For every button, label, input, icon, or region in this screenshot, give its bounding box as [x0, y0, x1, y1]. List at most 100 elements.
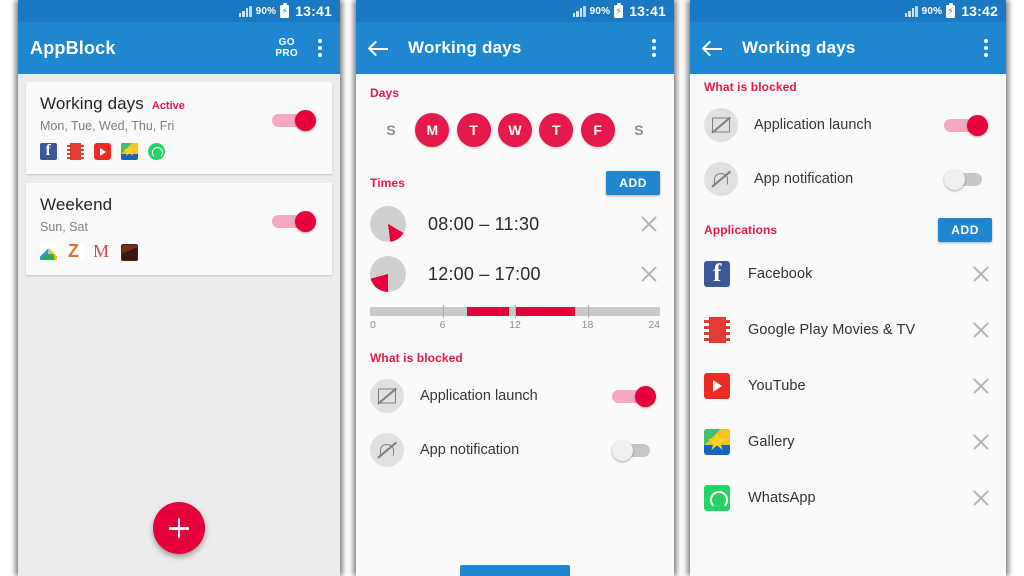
day-toggle-tue[interactable]: T — [456, 113, 491, 147]
close-icon[interactable] — [970, 263, 992, 285]
panel2-content: Days S M T W T F S Times ADD 08:00 – 11:… — [356, 74, 674, 576]
signal-bars-icon — [904, 5, 918, 17]
time-range-label: 12:00 – 17:00 — [428, 263, 541, 284]
profile-toggle[interactable] — [272, 110, 316, 131]
blocked-item-toggle[interactable] — [944, 115, 988, 136]
battery-percent-label-2: 90% — [589, 5, 611, 17]
app-title: AppBlock — [30, 37, 116, 58]
youtube-icon — [704, 373, 730, 399]
application-row-whatsapp[interactable]: WhatsApp — [690, 470, 1006, 526]
add-profile-fab[interactable] — [153, 502, 205, 554]
kebab-menu-icon[interactable] — [646, 35, 662, 61]
timeline-tick — [587, 305, 589, 318]
add-time-button[interactable]: ADD — [606, 171, 660, 195]
notification-blocked-icon — [370, 433, 404, 467]
profile-card-weekend[interactable]: Weekend Sun, Sat — [26, 183, 332, 275]
times-section-label: Times — [370, 176, 405, 190]
signal-bars-icon — [238, 5, 252, 17]
timeline-tick-label: 6 — [439, 319, 446, 331]
timeline-blocked-segment — [466, 307, 509, 316]
blocked-item-application-launch[interactable]: Application launch — [690, 98, 1006, 152]
timeline-tick-label: 12 — [509, 319, 521, 331]
go-pro-button[interactable]: GO PRO — [275, 37, 298, 59]
kebab-menu-icon[interactable] — [312, 35, 328, 61]
application-name: WhatsApp — [748, 490, 816, 506]
blocked-item-label: App notification — [754, 171, 854, 187]
profile-app-icons — [40, 244, 318, 261]
google-drive-icon — [40, 244, 57, 261]
day-toggle-sat[interactable]: S — [622, 113, 656, 147]
close-icon[interactable] — [970, 431, 992, 453]
back-arrow-icon[interactable] — [702, 37, 724, 59]
back-arrow-icon[interactable] — [368, 37, 390, 59]
page-title: Working days — [408, 38, 522, 57]
profile-card-working-days[interactable]: Working days Active Mon, Tue, Wed, Thu, … — [26, 82, 332, 174]
timeline-tick-label: 18 — [581, 319, 594, 331]
battery-charging-icon: ⚡ — [614, 2, 624, 18]
blocked-item-toggle[interactable] — [612, 440, 656, 461]
profile-app-icons — [40, 143, 318, 160]
go-pro-line-2: PRO — [275, 48, 298, 59]
day-toggle-thu[interactable]: T — [539, 113, 574, 147]
timeline-blocked-segment — [515, 307, 576, 316]
blocked-item-label: Application launch — [420, 388, 538, 404]
kebab-menu-icon[interactable] — [978, 35, 994, 61]
gallery-icon — [704, 429, 730, 455]
time-entry-row[interactable]: 12:00 – 17:00 — [356, 249, 674, 299]
bottom-action-button[interactable] — [460, 565, 570, 576]
status-bar-2: 90% ⚡ 13:41 — [356, 0, 674, 22]
time-pie-chart-1 — [370, 206, 406, 242]
day-toggle-fri[interactable]: F — [580, 113, 615, 147]
blocked-item-toggle[interactable] — [612, 386, 656, 407]
days-selector: S M T W T F S — [356, 104, 674, 159]
application-row-gallery[interactable]: Gallery — [690, 414, 1006, 470]
timeline-tick — [442, 305, 444, 318]
add-application-button[interactable]: ADD — [938, 218, 992, 242]
screenshot-stage: 90% ⚡ 13:41 AppBlock GO PRO Working days… — [0, 0, 1024, 576]
status-badge: Active — [151, 100, 185, 112]
blocked-section-label: What is blocked — [704, 80, 797, 94]
google-play-movies-icon — [67, 143, 84, 160]
time-entry-row[interactable]: 08:00 – 11:30 — [356, 199, 674, 249]
day-toggle-sun[interactable]: S — [374, 113, 408, 147]
close-icon[interactable] — [638, 263, 660, 285]
signal-bars-icon — [572, 5, 586, 17]
page-title: Working days — [742, 38, 856, 57]
blocked-section-header-p3: What is blocked — [690, 74, 1006, 98]
day-toggle-wed[interactable]: W — [497, 113, 532, 147]
dark-app-icon — [121, 244, 138, 261]
battery-percent-label-3: 90% — [921, 5, 943, 17]
profile-name: Weekend — [40, 195, 113, 214]
blocked-item-app-notification[interactable]: App notification — [356, 423, 674, 477]
youtube-icon — [94, 143, 111, 160]
blocked-item-app-notification[interactable]: App notification — [690, 152, 1006, 206]
applications-section-header: Applications ADD — [690, 206, 1006, 246]
application-name: Facebook — [748, 266, 813, 282]
times-timeline: 0 6 12 18 24 — [356, 299, 674, 339]
blocked-section-header-p2: What is blocked — [356, 339, 674, 369]
blocked-section-label: What is blocked — [370, 351, 463, 365]
days-section-header: Days — [356, 74, 674, 104]
profiles-list: Working days Active Mon, Tue, Wed, Thu, … — [18, 74, 340, 576]
close-icon[interactable] — [970, 375, 992, 397]
blocked-item-toggle[interactable] — [944, 169, 988, 190]
app-bar-3: Working days — [690, 22, 1006, 74]
gmail-icon — [94, 244, 111, 261]
blocked-item-application-launch[interactable]: Application launch — [356, 369, 674, 423]
time-range-label: 08:00 – 11:30 — [428, 213, 540, 234]
app-bar-2: Working days — [356, 22, 674, 74]
application-row-youtube[interactable]: YouTube — [690, 358, 1006, 414]
phone-panel-3: 90% ⚡ 13:42 Working days What is blocked… — [690, 0, 1006, 576]
facebook-icon — [40, 143, 57, 160]
application-name: YouTube — [748, 378, 806, 394]
day-toggle-mon[interactable]: M — [415, 113, 450, 147]
close-icon[interactable] — [970, 487, 992, 509]
zedge-icon — [67, 244, 84, 261]
profile-toggle[interactable] — [272, 211, 316, 232]
close-icon[interactable] — [638, 213, 660, 235]
close-icon[interactable] — [970, 319, 992, 341]
battery-charging-icon: ⚡ — [946, 2, 956, 18]
application-row-google-play-movies[interactable]: Google Play Movies & TV — [690, 302, 1006, 358]
application-row-facebook[interactable]: Facebook — [690, 246, 1006, 302]
profile-name: Working days — [40, 94, 144, 113]
